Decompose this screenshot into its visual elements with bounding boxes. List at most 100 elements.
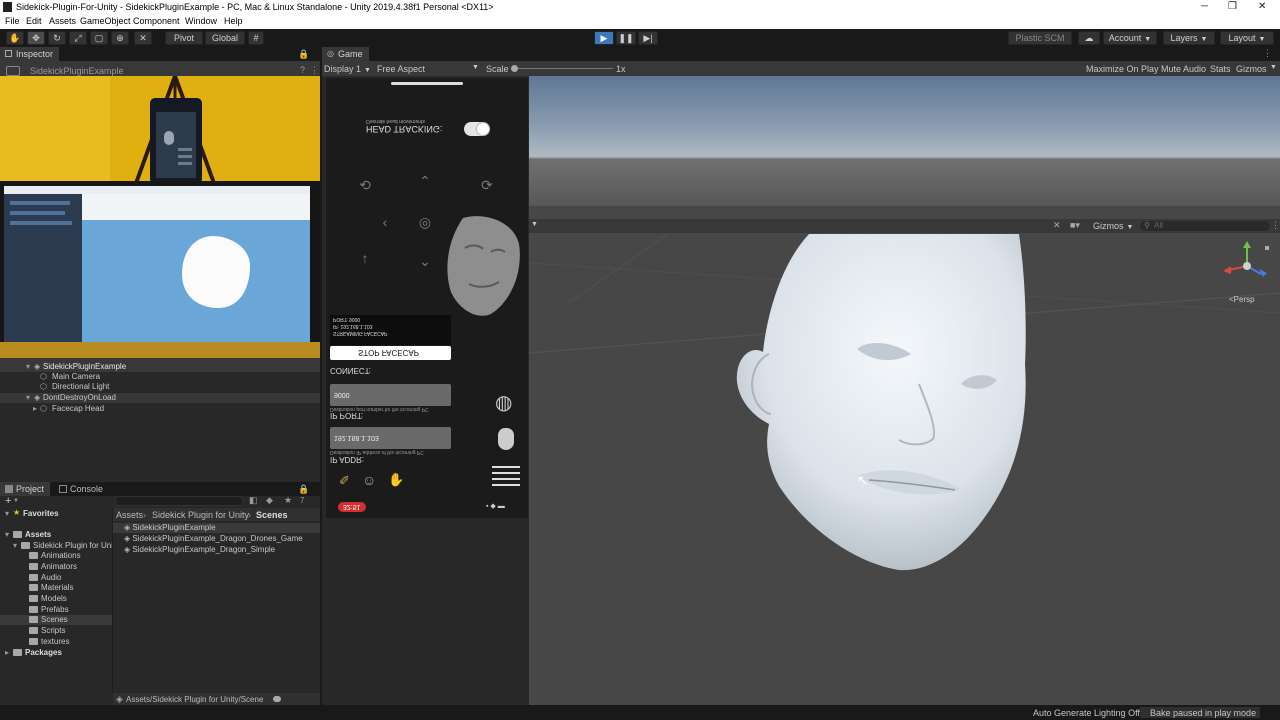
packages-folder[interactable]: Packages <box>13 648 62 657</box>
menu-list-icon[interactable] <box>492 466 520 488</box>
breadcrumb-assets[interactable]: Assets <box>116 510 143 520</box>
lighting-status[interactable]: Auto Generate Lighting Off <box>1033 708 1140 718</box>
face-mask-icon[interactable] <box>498 428 514 450</box>
menu-edit[interactable]: Edit <box>26 16 42 26</box>
pause-button[interactable]: ❚❚ <box>616 31 636 45</box>
breadcrumb-scenes[interactable]: Scenes <box>256 510 288 520</box>
menu-component[interactable]: Component <box>133 16 180 26</box>
arrow-left-icon[interactable]: ‹ <box>378 215 392 229</box>
tab-inspector[interactable]: Inspector <box>0 47 60 61</box>
gizmos-toggle[interactable]: Gizmos <box>1236 64 1267 74</box>
filter-type-icon[interactable]: ◧ <box>249 495 258 506</box>
hand-tool-icon[interactable]: ✋ <box>6 31 24 45</box>
minimize-button[interactable]: ─ <box>1201 1 1208 12</box>
plugin-folder[interactable]: Sidekick Plugin for Unity <box>21 541 113 550</box>
layout-dropdown[interactable]: Layout ▼ <box>1220 31 1274 45</box>
cloud-icon[interactable]: ☁ <box>1078 31 1100 45</box>
mute-audio-toggle[interactable]: Mute Audio <box>1161 64 1206 74</box>
maximize-button[interactable]: ❐ <box>1228 1 1237 12</box>
rotate-right-icon[interactable]: ⟳ <box>480 178 494 192</box>
rotate-left-icon[interactable]: ⟲ <box>358 178 372 192</box>
menu-help[interactable]: Help <box>224 16 243 26</box>
custom-tool-icon[interactable]: ✕ <box>134 31 152 45</box>
add-asset-button[interactable]: + <box>5 495 11 507</box>
folder-scripts[interactable]: Scripts <box>29 626 65 635</box>
arrow-down-icon[interactable]: ⌄ <box>418 254 432 268</box>
folder-prefabs[interactable]: Prefabs <box>29 605 69 614</box>
folder-scenes[interactable]: Scenes <box>29 615 68 624</box>
hierarchy-row-scene[interactable]: ▾ ◈ SidekickPluginExample <box>0 362 320 372</box>
stats-toggle[interactable]: Stats <box>1210 64 1231 74</box>
folder-models[interactable]: Models <box>29 594 67 603</box>
hierarchy-row-main-camera[interactable]: ⬡ Main Camera <box>0 372 320 382</box>
grid-snap-icon[interactable]: # <box>248 31 264 45</box>
scale-tool-icon[interactable]: ⤢ <box>69 31 87 45</box>
filter-label-icon[interactable]: ◆ <box>266 495 273 506</box>
more-icon[interactable]: ⋮ <box>310 65 319 76</box>
scene-gizmos-dropdown[interactable]: Gizmos ▼ <box>1093 221 1133 231</box>
menu-window[interactable]: Window <box>185 16 217 26</box>
folder-audio[interactable]: Audio <box>29 573 61 582</box>
lock-icon[interactable]: 🔒 <box>298 49 309 60</box>
display-dropdown[interactable]: Display 1 ▼ <box>324 64 371 74</box>
arrow-up-icon[interactable]: ⌃ <box>418 174 432 188</box>
recenter-icon[interactable]: ◎ <box>418 215 432 229</box>
lock-icon[interactable]: 🔒 <box>298 484 309 495</box>
rect-tool-icon[interactable]: ▢ <box>90 31 108 45</box>
step-button[interactable]: ▶| <box>638 31 658 45</box>
scene-file-0[interactable]: ◈ SidekickPluginExample <box>124 523 216 532</box>
help-icon[interactable]: ? <box>300 65 305 75</box>
menu-assets[interactable]: Assets <box>49 16 76 26</box>
scene-file-1[interactable]: ◈ SidekickPluginExample_Dragon_Drones_Ga… <box>124 534 303 543</box>
arrow-down-icon[interactable]: ↑ <box>358 251 372 265</box>
persp-label[interactable]: <Persp <box>1229 295 1255 304</box>
maximize-on-play-toggle[interactable]: Maximize On Play <box>1086 64 1159 74</box>
scale-slider-track[interactable] <box>513 68 613 69</box>
head-tracking-toggle[interactable] <box>464 122 490 136</box>
aspect-dropdown[interactable]: Free Aspect ▼ <box>377 64 479 74</box>
orientation-gizmo[interactable] <box>1219 240 1275 290</box>
more-icon[interactable]: ⋮ <box>1271 220 1280 231</box>
palette-icon[interactable]: ◍ <box>495 390 512 415</box>
icon-size-slider[interactable] <box>273 696 281 702</box>
move-tool-icon[interactable]: ✥ <box>27 31 45 45</box>
camera-icon[interactable]: ■▾ <box>1070 220 1080 231</box>
breadcrumb-plugin[interactable]: Sidekick Plugin for Unity <box>152 510 249 520</box>
scene-search-input[interactable]: ⚲ All <box>1140 221 1270 231</box>
menu-file[interactable]: File <box>5 16 20 26</box>
hierarchy-row-directional-light[interactable]: ⬡ Directional Light <box>0 382 320 392</box>
transform-tool-icon[interactable]: ⊕ <box>111 31 129 45</box>
account-dropdown[interactable]: Account ▼ <box>1103 31 1157 45</box>
project-search-input[interactable] <box>115 496 243 506</box>
close-button[interactable]: ✕ <box>1258 1 1266 12</box>
rotate-tool-icon[interactable]: ↻ <box>48 31 66 45</box>
stop-facecap-button[interactable]: STOP FACECAP <box>330 346 451 360</box>
tab-face-icon[interactable]: ☺ <box>362 472 376 488</box>
folder-textures[interactable]: textures <box>29 637 69 646</box>
menu-gameobject[interactable]: GameObject <box>80 16 131 26</box>
favorite-star-icon[interactable]: ★ <box>284 495 292 506</box>
scene-file-2[interactable]: ◈ SidekickPluginExample_Dragon_Simple <box>124 545 275 554</box>
plastic-scm-button[interactable]: Plastic SCM <box>1008 31 1072 45</box>
tab-brush-icon[interactable]: ✐ <box>339 473 350 489</box>
ip-input[interactable]: 192.168.1.103 <box>330 427 451 449</box>
global-toggle[interactable]: Global <box>205 31 245 45</box>
port-input[interactable]: 9000 <box>330 384 451 406</box>
tab-console[interactable]: Console <box>54 482 110 496</box>
folder-animators[interactable]: Animators <box>29 562 77 571</box>
hierarchy-row-dontdestroyonload[interactable]: ▾ ◈ DontDestroyOnLoad <box>0 393 320 403</box>
favorites-label[interactable]: Favorites <box>23 509 59 518</box>
scale-slider-handle[interactable] <box>511 65 518 72</box>
pivot-toggle[interactable]: Pivot <box>165 31 203 45</box>
layers-dropdown[interactable]: Layers ▼ <box>1163 31 1215 45</box>
more-icon[interactable]: ⋮ <box>1263 48 1272 59</box>
hidden-packages-count[interactable]: 7 <box>300 496 304 505</box>
hierarchy-row-facecap-head[interactable]: ▸ ⬡ Facecap Head <box>0 404 320 414</box>
tab-project[interactable]: Project <box>0 482 51 496</box>
tools-icon[interactable]: ✕ <box>1053 220 1061 231</box>
tab-game[interactable]: ◎ Game <box>322 47 369 61</box>
tab-hand-icon[interactable]: ✋ <box>388 472 404 488</box>
assets-folder[interactable]: Assets <box>13 530 51 539</box>
folder-animations[interactable]: Animations <box>29 551 81 560</box>
folder-materials[interactable]: Materials <box>29 583 73 592</box>
